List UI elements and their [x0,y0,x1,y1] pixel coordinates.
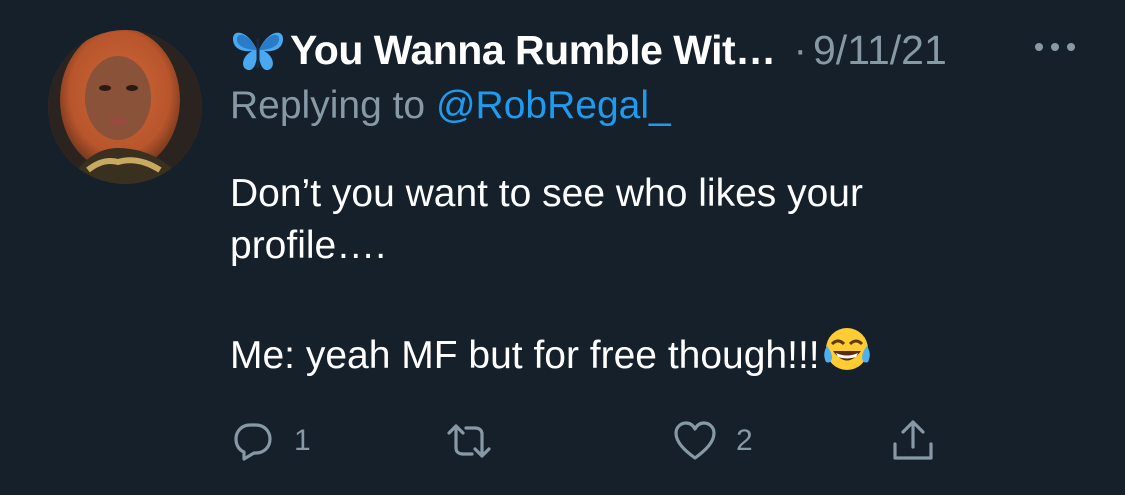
tweet-date[interactable]: 9/11/21 [813,27,947,74]
tweet-actions: 1 2 [0,418,1125,468]
butterfly-icon [232,32,284,71]
tweet-text: Don’t you want to see who likes your pro… [230,168,1050,382]
tweet-header: You Wanna Rumble Wit… · 9/11/21 [230,24,947,76]
heart-icon [674,421,716,460]
replying-prefix: Replying to [230,84,436,127]
reply-icon [234,423,272,461]
share-icon [893,420,933,460]
tweet-text-line: profile…. [230,224,387,267]
like-button[interactable]: 2 [672,418,753,464]
more-options-icon[interactable] [1030,32,1080,62]
retweet-icon [447,424,491,458]
tweet-text-line-content: Me: yeah MF but for free though!!! [230,334,820,377]
share-button[interactable] [890,418,936,464]
replying-to: Replying to @RobRegal_ [230,84,671,128]
display-name[interactable]: You Wanna Rumble Wit… [290,27,776,74]
reply-count: 1 [294,424,311,457]
tweet-text-line: Don’t you want to see who likes your [230,172,863,215]
avatar[interactable] [48,30,202,184]
tweet-text-line: Me: yeah MF but for free though!!! [230,324,1050,382]
retweet-button[interactable] [446,418,510,464]
mention-link[interactable]: @RobRegal_ [436,84,671,127]
tears-of-joy-emoji-icon [823,328,870,370]
reply-button[interactable]: 1 [230,418,311,464]
like-count: 2 [736,424,753,457]
separator: · [793,27,807,72]
